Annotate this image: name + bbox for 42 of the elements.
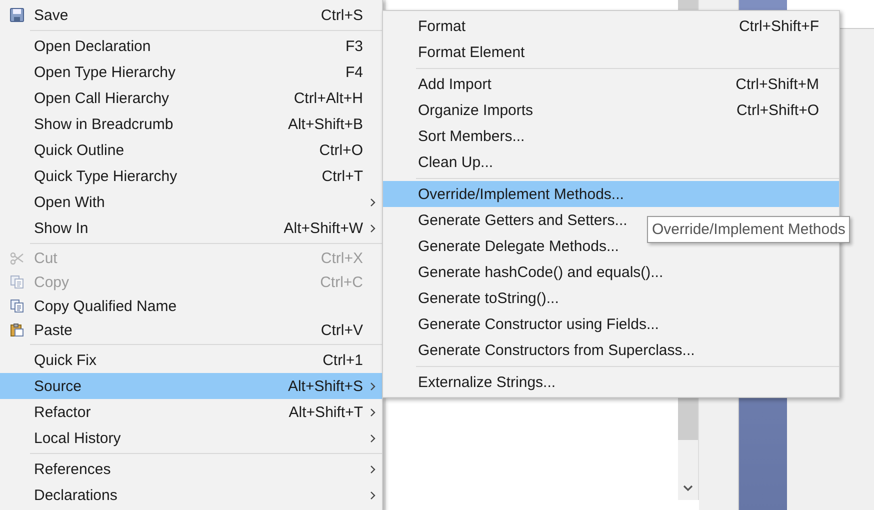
menu-item[interactable]: Quick Fix Ctrl+1 xyxy=(0,347,382,373)
menu-item[interactable]: Clean Up... xyxy=(383,149,839,175)
menu-item[interactable]: Open Call Hierarchy Ctrl+Alt+H xyxy=(0,85,382,111)
chevron-right-icon xyxy=(370,198,376,206)
menu-item[interactable]: Open Declaration F3 xyxy=(0,33,382,59)
menu-item[interactable]: Quick Type Hierarchy Ctrl+T xyxy=(0,163,382,189)
menu-item[interactable]: Add Import Ctrl+Shift+M xyxy=(383,71,839,97)
copy-icon xyxy=(10,299,24,313)
menu-item[interactable]: Open Type Hierarchy F4 xyxy=(0,59,382,85)
menu-item[interactable]: Format Ctrl+Shift+F xyxy=(383,13,839,39)
menu-item[interactable]: Quick Outline Ctrl+O xyxy=(0,137,382,163)
menu-item[interactable]: References xyxy=(0,456,382,482)
menu-item[interactable]: Source Alt+Shift+S xyxy=(0,373,382,399)
copy-icon xyxy=(10,275,24,289)
chevron-right-icon xyxy=(370,464,376,474)
chevron-right-icon xyxy=(370,382,376,390)
menu-item[interactable]: Externalize Strings... xyxy=(383,369,839,395)
chevron-right-icon xyxy=(370,434,376,442)
menu-item[interactable]: Paste Ctrl+V xyxy=(0,318,382,342)
menu-item[interactable]: Declarations xyxy=(0,482,382,508)
menu-item[interactable]: Save Ctrl+S xyxy=(0,2,382,28)
menu-item[interactable]: Organize Imports Ctrl+Shift+O xyxy=(383,97,839,123)
menu-item[interactable]: Show In Alt+Shift+W xyxy=(0,215,382,241)
menu-item[interactable]: Format Element xyxy=(383,39,839,65)
chevron-right-icon xyxy=(370,408,376,416)
menu-item[interactable]: Open With xyxy=(0,189,382,215)
tooltip: Override/Implement Methods xyxy=(647,216,850,243)
chevron-right-icon xyxy=(370,224,376,232)
menu-item[interactable]: Refactor Alt+Shift+T xyxy=(0,399,382,425)
menu-item[interactable]: Generate Constructor using Fields... xyxy=(383,311,839,337)
menu-item[interactable]: Copy Qualified Name xyxy=(0,294,382,318)
menu-item[interactable]: Override/Implement Methods... xyxy=(383,181,839,207)
chevron-right-icon xyxy=(370,490,376,500)
scissors-icon xyxy=(10,251,24,265)
menu-item[interactable]: Generate Constructors from Superclass... xyxy=(383,337,839,363)
menu-item[interactable]: Sort Members... xyxy=(383,123,839,149)
menu-item[interactable]: Generate hashCode() and equals()... xyxy=(383,259,839,285)
clipboard-icon xyxy=(10,323,24,337)
menu-item[interactable]: Generate toString()... xyxy=(383,285,839,311)
menu-item[interactable]: Local History xyxy=(0,425,382,451)
menu-item[interactable]: Show in Breadcrumb Alt+Shift+B xyxy=(0,111,382,137)
chevron-down-icon[interactable] xyxy=(683,485,693,492)
